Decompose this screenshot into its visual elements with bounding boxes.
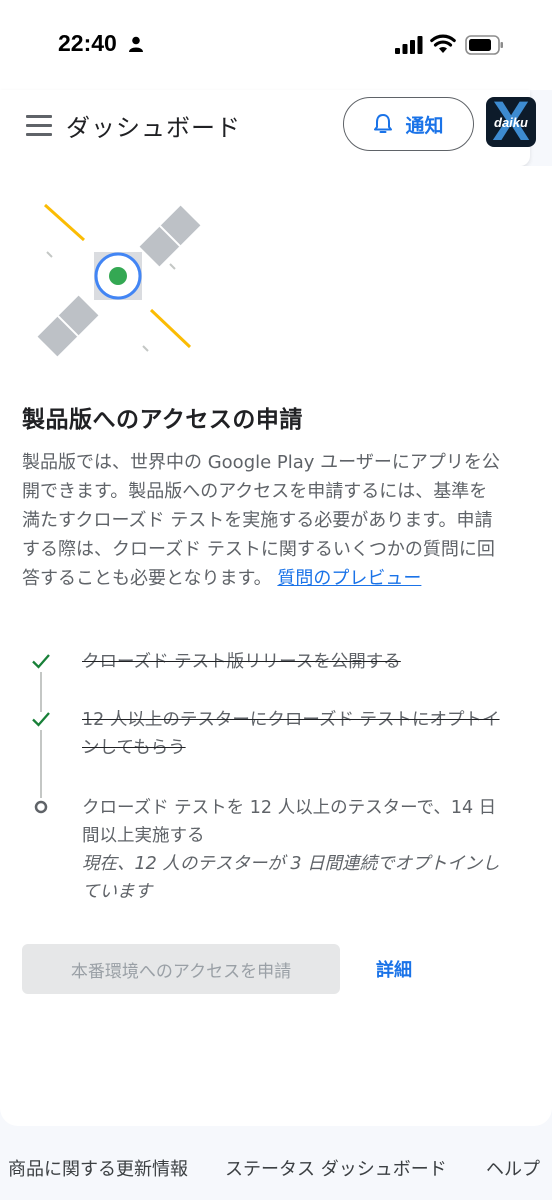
footer-links: 商品に関する更新情報 ステータス ダッシュボード ヘルプ [0,1155,552,1185]
main-card: 製品版へのアクセスの申請 製品版では、世界中の Google Play ユーザー… [0,166,552,1126]
bell-icon [374,114,393,133]
avatar-text: daiku [494,114,528,130]
description-text: 製品版では、世界中の Google Play ユーザーにアプリを公開できます。製… [22,452,500,589]
step-text: クローズド テスト版リリースを公開する [82,652,401,672]
step-subtext: 現在、12 人のテスターが 3 日間連続でオプトインしています [82,854,500,902]
page-title: ダッシュボード [66,114,241,142]
preview-link[interactable]: 質問のプレビュー [277,568,421,589]
battery-icon [465,35,503,55]
footer-link-help[interactable]: ヘルプ [486,1155,540,1181]
person-icon [129,36,143,52]
avatar[interactable]: X daiku [486,97,536,147]
request-access-button[interactable]: 本番環境へのアクセスを申請 [22,944,340,994]
app-header: ダッシュボード 通知 X daiku [0,90,536,166]
status-time: 22:40 [58,30,117,56]
details-link[interactable]: 詳細 [376,956,412,982]
step-connector [40,672,42,712]
check-icon [32,712,50,727]
step-text: クローズド テストを 12 人以上のテスターで、14 日間以上実施する 現在、1… [82,794,512,906]
menu-icon[interactable] [26,115,52,137]
step-text: 12 人以上のテスターにクローズド テストにオプトインしてもらう [82,710,500,758]
description: 製品版では、世界中の Google Play ユーザーにアプリを公開できます。製… [22,448,504,593]
notification-button[interactable]: 通知 [343,97,474,151]
circle-icon [34,800,48,814]
footer-link-updates[interactable]: 商品に関する更新情報 [8,1155,188,1181]
check-icon [32,654,50,669]
satellite-illustration [37,203,201,357]
wifi-icon [430,34,456,53]
status-bar: 22:40 [0,0,552,90]
step-main-text: クローズド テストを 12 人以上のテスターで、14 日間以上実施する [82,798,497,846]
section-title: 製品版へのアクセスの申請 [22,407,303,433]
notification-label: 通知 [405,114,444,137]
signal-icon [395,36,423,54]
footer-link-status-dashboard[interactable]: ステータス ダッシュボード [225,1155,447,1181]
step-connector [40,730,42,798]
